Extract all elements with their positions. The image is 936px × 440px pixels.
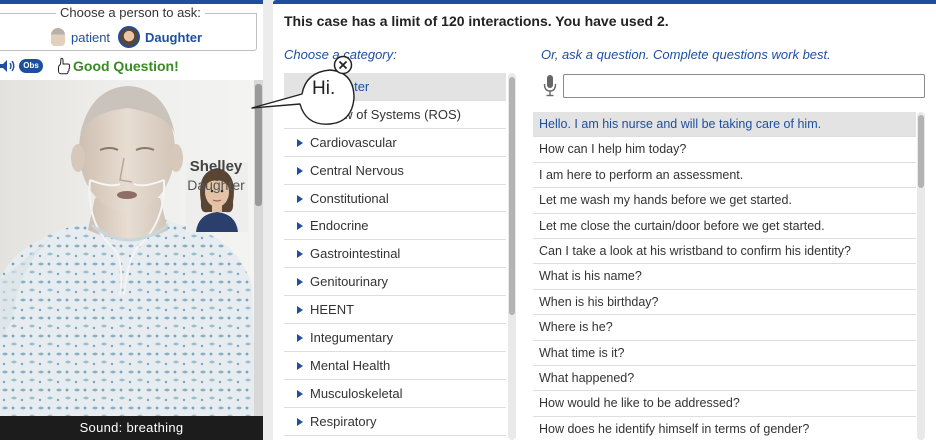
question-item[interactable]: How can I help him today? — [533, 137, 916, 163]
feedback-message: Good Question! — [73, 58, 179, 74]
daughter-label: Daughter — [145, 29, 203, 45]
question-item[interactable]: What is his name? — [533, 264, 916, 290]
question-heading: Or, ask a question. Complete questions w… — [541, 47, 831, 62]
choose-patient-button[interactable]: patient — [51, 27, 110, 47]
category-label: Mental Health — [310, 357, 391, 373]
expand-arrow-icon — [297, 361, 303, 370]
category-label: Endocrine — [310, 218, 369, 234]
category-item[interactable]: Mental Health — [284, 352, 506, 380]
category-item[interactable]: Constitutional — [284, 185, 506, 213]
question-item[interactable]: What happened? — [533, 366, 916, 392]
category-label: Cardiovascular — [310, 134, 397, 150]
category-item[interactable]: Integumentary — [284, 324, 506, 352]
expand-arrow-icon — [297, 389, 303, 398]
expand-arrow-icon — [297, 166, 303, 175]
speaker-icon[interactable] — [0, 58, 16, 74]
category-item[interactable]: Genitourinary — [284, 268, 506, 297]
question-item[interactable]: How would he like to be addressed? — [533, 391, 916, 417]
thumbs-up-icon — [58, 57, 71, 75]
patient-figure-image — [0, 86, 256, 416]
expand-arrow-icon — [297, 222, 303, 231]
category-label: Constitutional — [310, 190, 389, 206]
question-item[interactable]: What time is it? — [533, 341, 916, 366]
category-item[interactable]: Respiratory — [284, 408, 506, 436]
expand-arrow-icon — [297, 334, 303, 343]
question-item[interactable]: Hello. I am his nurse and will be taking… — [533, 112, 916, 138]
speech-bubble-text: Hi. — [312, 78, 336, 99]
category-label: Integumentary — [310, 330, 394, 346]
chooser-label: Choose a person to ask: — [56, 5, 205, 20]
person-chooser: Choose a person to ask: patient Daughter — [0, 4, 263, 52]
question-list: Hello. I am his nurse and will be taking… — [533, 112, 916, 440]
interaction-panel: This case has a limit of 120 interaction… — [273, 0, 936, 440]
patient-panel: Choose a person to ask: patient Daughter… — [0, 0, 263, 440]
question-item[interactable]: I am here to perform an assessment. — [533, 163, 916, 189]
question-item[interactable]: Where is he? — [533, 315, 916, 341]
question-scrollbar-thumb[interactable] — [918, 115, 924, 188]
category-item[interactable]: Central Nervous — [284, 157, 506, 185]
question-item[interactable]: Can I take a look at his wristband to co… — [533, 239, 916, 265]
category-label: Central Nervous — [310, 162, 404, 178]
expand-arrow-icon — [297, 306, 303, 315]
app-root: Choose a person to ask: patient Daughter… — [0, 0, 936, 440]
speaker-role: Daughter — [187, 177, 245, 193]
category-scrollbar-thumb[interactable] — [509, 77, 515, 315]
category-label: Genitourinary — [310, 274, 389, 290]
category-label: Musculoskeletal — [310, 385, 403, 401]
tools-row: Obs Good Question! — [0, 56, 263, 78]
category-item[interactable]: Gastrointestinal — [284, 240, 506, 269]
category-item[interactable]: Cardiovascular — [284, 129, 506, 157]
top-accent-line — [273, 0, 936, 4]
category-item[interactable]: Endocrine — [284, 212, 506, 241]
interaction-limit-text: This case has a limit of 120 interaction… — [284, 13, 669, 29]
question-input[interactable] — [563, 74, 925, 98]
question-item[interactable]: Let me close the curtain/door before we … — [533, 214, 916, 239]
expand-arrow-icon — [297, 138, 303, 147]
category-label: HEENT — [310, 302, 355, 318]
speaker-name: Shelley — [189, 158, 243, 175]
microphone-icon[interactable] — [543, 74, 557, 98]
expand-arrow-icon — [297, 194, 303, 203]
expand-arrow-icon — [297, 417, 303, 426]
category-item[interactable]: HEENT — [284, 296, 506, 325]
expand-arrow-icon — [297, 250, 303, 259]
category-label: Respiratory — [310, 413, 377, 429]
question-item[interactable]: When is his birthday? — [533, 290, 916, 316]
obs-button[interactable]: Obs — [19, 59, 43, 73]
question-item[interactable]: Let me wash my hands before we get start… — [533, 188, 916, 214]
category-item[interactable]: Musculoskeletal — [284, 380, 506, 408]
patient-avatar-icon — [51, 28, 65, 46]
question-item[interactable]: How does he identify himself in terms of… — [533, 417, 916, 440]
patient-scene — [0, 80, 263, 416]
choose-daughter-button[interactable]: Daughter — [118, 25, 202, 49]
daughter-avatar-icon — [118, 26, 140, 48]
category-label: Gastrointestinal — [310, 246, 401, 262]
sound-status-bar: Sound: breathing — [0, 416, 263, 440]
close-icon[interactable] — [333, 55, 353, 75]
patient-label: patient — [71, 29, 111, 45]
expand-arrow-icon — [297, 278, 303, 287]
